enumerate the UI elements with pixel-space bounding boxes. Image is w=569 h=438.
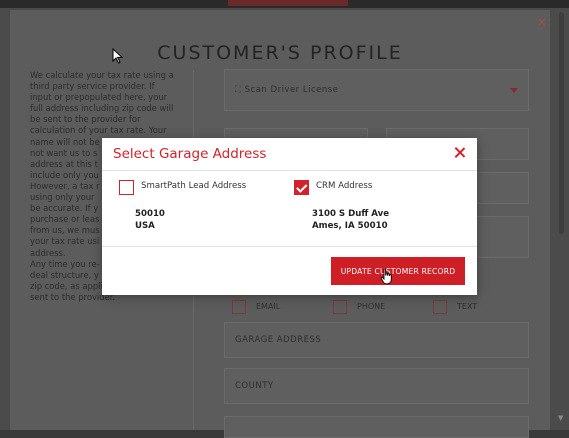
county-label: COUNTY	[235, 381, 274, 391]
contact-text-label: TEXT	[457, 302, 478, 311]
modal-divider	[102, 246, 477, 247]
profile-close-icon[interactable]: ×	[537, 15, 547, 29]
smartpath-address-line1: 50010	[135, 209, 165, 219]
garage-address-field[interactable]: GARAGE ADDRESS	[224, 322, 529, 358]
crm-address-line2: Ames, IA 50010	[312, 220, 388, 231]
garage-address-label: GARAGE ADDRESS	[235, 335, 322, 345]
smartpath-checkbox[interactable]	[119, 180, 134, 195]
check-icon[interactable]	[294, 180, 309, 195]
scan-frame-icon: ⛶	[235, 85, 242, 95]
crm-address: 3100 S Duff Ave Ames, IA 50010	[312, 209, 389, 232]
crm-label: CRM Address	[316, 181, 373, 191]
scan-license-dropdown[interactable]: ⛶ Scan Driver License	[224, 69, 529, 111]
smartpath-label: SmartPath Lead Address	[141, 181, 247, 191]
scan-license-label: ⛶ Scan Driver License	[235, 85, 339, 95]
page-scrollbar[interactable]	[559, 12, 564, 234]
top-bar	[0, 0, 569, 8]
contact-email-label: EMAIL	[256, 302, 281, 311]
next-field[interactable]	[224, 416, 529, 438]
checkbox-email[interactable]	[232, 300, 246, 314]
close-icon[interactable]	[450, 141, 470, 165]
modal-header: Select Garage Address	[102, 138, 477, 171]
page-title: CUSTOMER'S PROFILE	[157, 42, 403, 64]
top-bar-accent	[228, 0, 348, 6]
select-garage-address-modal: Select Garage Address SmartPath Lead Add…	[102, 138, 477, 295]
county-field[interactable]: COUNTY	[224, 368, 529, 404]
smartpath-address: 50010 USA	[135, 209, 165, 232]
checkbox-phone[interactable]	[333, 300, 347, 314]
hand-pointer-icon	[380, 268, 392, 285]
crm-address-line1: 3100 S Duff Ave	[312, 209, 390, 219]
modal-title: Select Garage Address	[113, 146, 267, 162]
chevron-down-icon	[510, 88, 518, 93]
update-customer-record-button[interactable]: UPDATE CUSTOMER RECORD	[331, 257, 465, 285]
mouse-pointer-icon	[112, 48, 124, 64]
smartpath-address-line2: USA	[135, 220, 155, 231]
checkbox-text[interactable]	[433, 300, 447, 314]
contact-phone-label: PHONE	[357, 302, 386, 311]
scroll-down-icon[interactable]: ▼	[558, 414, 563, 422]
